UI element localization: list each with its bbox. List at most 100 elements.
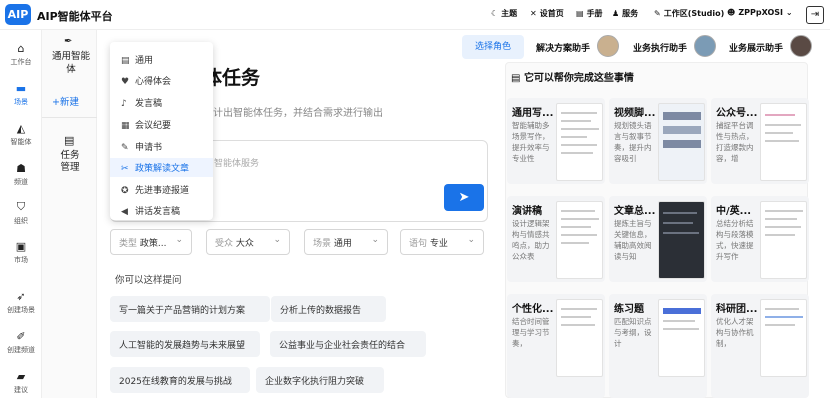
dropdown-item-minutes[interactable]: ▦ 会议纪要 [110,115,213,134]
tools-icon: ✂ [121,164,129,174]
sub-nav: ✒ 通用智能体 +新建 ▤ 任务管理 [42,30,97,398]
moon-icon: ☾ [491,9,499,18]
new-button[interactable]: +新建 [52,94,79,108]
studio-button[interactable]: ✎ 工作区(Studio) [654,8,724,19]
nav-suggest[interactable]: ▰ 建议 [0,370,42,395]
prompt-placeholder: 智能体服务 [214,159,260,169]
chevron-down-icon: ⌄ [371,235,379,245]
dropdown-item-application[interactable]: ✎ 申请书 [110,137,213,156]
users-icon: ♟ [612,9,620,18]
brush-icon: ✐ [16,330,26,343]
avatar[interactable] [694,35,716,57]
top-bar: AIP AIP智能体平台 ☾ 主题 ✕ 设首页 ▤ 手册 ♟ 服务 ✎ 工作区(Studi… [0,0,830,30]
calendar-icon: ▦ [121,121,130,131]
dropdown-item-speech[interactable]: ◀ 讲话发言稿 [110,201,213,220]
thumbnail [760,299,807,377]
role-business-show[interactable]: 业务展示助手 [729,41,783,54]
capability-tile[interactable]: 中/英... 总结分析结构与段落模式，快速提升写作 [711,196,809,282]
subnav-general[interactable]: 通用智能体 [48,50,94,76]
suggest-chip[interactable]: 公益事业与企业社会责任的结合 [270,331,426,357]
capability-tile[interactable]: 通用写... 智能辅助多场景写作，提升效率与专业性 [507,98,605,184]
capability-tile[interactable]: 视频脚... 规划镜头语言与叙事节奏，提升内容吸引 [609,98,707,184]
org-icon: ⛉ [16,200,26,213]
select-role-button[interactable]: 选择角色 [462,35,524,59]
suggest-chip[interactable]: 人工智能的发展趋势与未来展望 [110,331,260,357]
home-icon: ⌂ [17,42,25,55]
thumbnail [556,201,603,279]
capability-tile[interactable]: 公众号... 捕捉平台调性与热点，打造爆款内容，增 [711,98,809,184]
dropdown-item-advanced-report[interactable]: ✪ 先进事迹报道 [110,180,213,199]
capability-tile[interactable]: 文章总... 提炼主旨与关键信息，辅助高效阅读与知 [609,196,707,282]
file-edit-icon: ✎ [121,143,129,153]
tone-select[interactable]: 语句 专业 ⌄ [400,229,484,255]
set-home-button[interactable]: ✕ 设首页 [530,8,564,19]
suggest-chip[interactable]: 写一篇关于产品营销的计划方案 [110,296,270,322]
pen-icon: ✎ [654,9,661,18]
group-icon: ☗ [16,162,26,175]
dropdown-item-speech-draft[interactable]: ♪ 发言稿 [110,93,213,112]
thumbnail [658,103,705,181]
chevron-down-icon: ⌄ [467,235,475,245]
paper-plane-icon: ➤ [458,190,470,205]
nav-create-scene[interactable]: ➶ 创建场景 [0,290,42,315]
medal-icon: ✪ [121,186,129,196]
thumbnail [556,103,603,181]
app-logo[interactable]: AIP [5,4,31,25]
feather-icon: ✒ [64,36,73,47]
manual-button[interactable]: ▤ 手册 [576,8,603,19]
book-icon: ▤ [576,9,584,18]
dropdown-item-reflection[interactable]: ♥ 心得体会 [110,71,213,90]
user-menu[interactable]: ☻ ZPPpXOSI ⌄ [727,8,793,17]
thumbnail [760,103,807,181]
avatar[interactable] [790,35,812,57]
audience-select[interactable]: 受众 大众 ⌄ [206,229,290,255]
send-icon: ➶ [16,290,26,303]
capabilities-title: ▤ 它可以帮你完成这些事情 [511,73,634,84]
chat-icon: ▰ [16,370,26,383]
suggest-chip[interactable]: 2025在线教育的发展与挑战 [110,367,250,393]
file-icon: ▤ [511,73,524,84]
suggest-chip[interactable]: 企业数字化执行阻力突破 [256,367,384,393]
type-dropdown-menu: ▤ 通用 ♥ 心得体会 ♪ 发言稿 ▦ 会议纪要 ✎ 申请书 ✂ 政策解读文章 ✪ 先进事迹报… [110,42,213,220]
heart-icon: ♥ [121,77,130,87]
capability-tile[interactable]: 演讲稿 设计逻辑架构与情感共鸣点，助力公众表 [507,196,605,282]
nav-workbench[interactable]: ⌂ 工作台 [0,42,42,67]
thumbnail [556,299,603,377]
nav-channel[interactable]: ☗ 频道 [0,162,42,187]
divider [42,117,97,118]
nav-org[interactable]: ⛉ 组织 [0,200,42,226]
logout-icon[interactable]: ⇥ [806,6,824,24]
capability-tile[interactable]: 练习题 匹配知识点与考纲，设计 [609,294,707,398]
suggest-chip[interactable]: 分析上传的数据报告 [271,296,386,322]
doc-icon: ▤ [121,56,130,66]
nav-agent[interactable]: ◭ 智能体 [0,122,42,147]
capability-tile[interactable]: 科研团... 优化人才架构与协作机制， [711,294,809,398]
subnav-task[interactable]: 任务管理 [56,150,84,174]
theme-button[interactable]: ☾ 主题 [491,8,517,19]
nav-market[interactable]: ▣ 市场 [0,240,42,265]
role-solution[interactable]: 解决方案助手 [536,41,590,54]
thumbnail [760,201,807,279]
megaphone-icon: ◀ [121,207,128,217]
app-title: AIP智能体平台 [37,10,113,23]
dropdown-item-general[interactable]: ▤ 通用 [110,50,213,69]
role-business-exec[interactable]: 业务执行助手 [633,41,687,54]
left-nav: ⌂ 工作台 ▬ 场景 ◭ 智能体 ☗ 频道 ⛉ 组织 ▣ 市场 ➶ 创建场景 ✐ 创建频道 ▰ 建… [0,30,42,398]
scene-select[interactable]: 场景 通用 ⌄ [304,229,388,255]
nav-scene[interactable]: ▬ 场景 [0,82,42,107]
page-subtitle: 计出智能体任务，并结合需求进行输出 [213,108,383,119]
mic-icon: ♪ [121,99,127,109]
send-button[interactable]: ➤ [444,184,484,211]
thumbnail [658,299,705,377]
user-icon: ☻ [727,8,736,17]
dropdown-item-policy[interactable]: ✂ 政策解读文章 [110,158,213,177]
suggest-title: 你可以这样提问 [115,275,182,286]
nav-create-channel[interactable]: ✐ 创建频道 [0,330,42,355]
task-icon: ▤ [64,134,75,147]
service-button[interactable]: ♟ 服务 [612,8,638,19]
avatar[interactable] [597,35,619,57]
type-select[interactable]: 类型 政策... ⌄ [110,229,192,255]
chevron-down-icon: ⌄ [785,8,793,17]
capability-tile[interactable]: 个性化... 结合时间管理与学习节奏， [507,294,605,398]
sail-icon: ◭ [16,122,26,135]
